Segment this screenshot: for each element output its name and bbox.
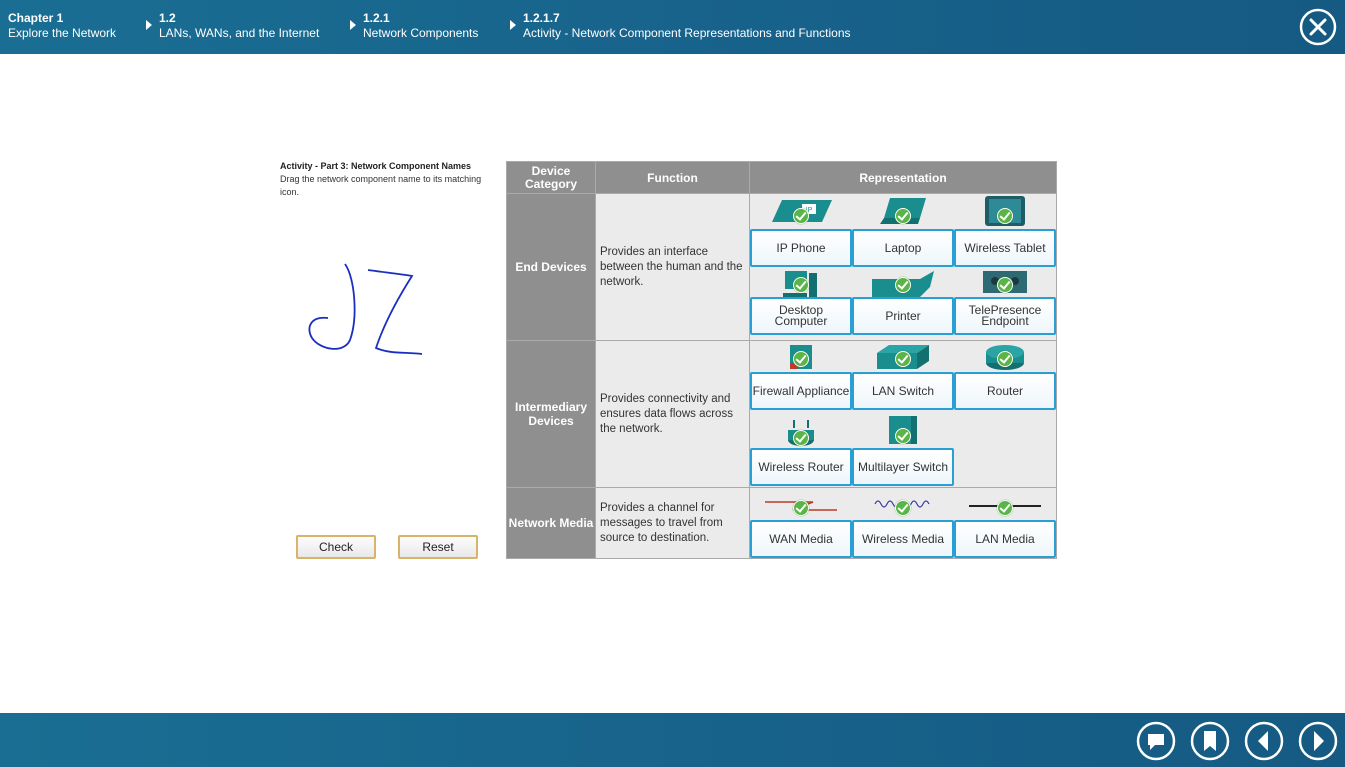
next-icon[interactable]: [1298, 721, 1338, 761]
slot-wireless-tablet: Wireless Tablet: [954, 194, 1056, 267]
slot-firewall-appliance: Firewall Appliance: [750, 341, 852, 414]
slot-lan-media: LAN Media: [954, 488, 1056, 558]
slot-printer: Printer: [852, 267, 954, 340]
check-icon: [895, 208, 911, 224]
category-intermediary-devices: Intermediary Devices: [506, 340, 596, 488]
slot-wireless-media: Wireless Media: [852, 488, 954, 558]
function-network-media: Provides a channel for messages to trave…: [595, 487, 750, 559]
header-representation: Representation: [749, 161, 1057, 194]
activity-instructions: Activity - Part 3: Network Component Nam…: [280, 160, 495, 199]
check-icon: [895, 277, 911, 293]
check-icon: [895, 351, 911, 367]
check-icon: [997, 500, 1013, 516]
label-wireless-tablet[interactable]: Wireless Tablet: [954, 229, 1056, 267]
breadcrumb-subsection[interactable]: 1.2.1 Network Components: [363, 11, 478, 41]
breadcrumb-section[interactable]: 1.2 LANs, WANs, and the Internet: [159, 11, 319, 41]
label-firewall-appliance[interactable]: Firewall Appliance: [750, 372, 852, 410]
label-multilayer-switch[interactable]: Multilayer Switch: [852, 448, 954, 486]
label-wireless-media[interactable]: Wireless Media: [852, 520, 954, 558]
label-telepresence-endpoint[interactable]: TelePresence Endpoint: [954, 297, 1056, 335]
category-end-devices: End Devices: [506, 193, 596, 341]
check-icon: [997, 351, 1013, 367]
reset-button[interactable]: Reset: [398, 535, 478, 559]
label-router[interactable]: Router: [954, 372, 1056, 410]
check-button[interactable]: Check: [296, 535, 376, 559]
check-icon: [997, 208, 1013, 224]
slot-multilayer-switch: Multilayer Switch: [852, 414, 954, 487]
slot-desktop-computer: Desktop Computer: [750, 267, 852, 340]
slot-wireless-router: Wireless Router: [750, 414, 852, 487]
activity-title: Activity - Part 3: Network Component Nam…: [280, 161, 472, 171]
label-laptop[interactable]: Laptop: [852, 229, 954, 267]
representation-network-media: WAN Media Wireless Media LAN Media: [749, 487, 1057, 559]
representation-intermediary-devices: Firewall Appliance LAN Switch Router Wir…: [749, 340, 1057, 488]
label-lan-switch[interactable]: LAN Switch: [852, 372, 954, 410]
check-icon: [793, 277, 809, 293]
slot-ip-phone: IP IP Phone: [750, 194, 852, 267]
check-icon: [895, 500, 911, 516]
check-icon: [793, 500, 809, 516]
function-intermediary-devices: Provides connectivity and ensures data f…: [595, 340, 750, 488]
representation-end-devices: IP IP Phone Laptop Wireless Tablet Deskt…: [749, 193, 1057, 341]
component-table: Device Category Function Representation …: [506, 161, 1057, 559]
label-wireless-router[interactable]: Wireless Router: [750, 448, 852, 486]
previous-icon[interactable]: [1244, 721, 1284, 761]
slot-wan-media: WAN Media: [750, 488, 852, 558]
header-device-category: Device Category: [506, 161, 596, 194]
slot-router: Router: [954, 341, 1056, 414]
breadcrumb-separator-icon: [350, 20, 356, 30]
label-lan-media[interactable]: LAN Media: [954, 520, 1056, 558]
bookmark-icon[interactable]: [1190, 721, 1230, 761]
check-icon: [895, 428, 911, 444]
function-end-devices: Provides an interface between the human …: [595, 193, 750, 341]
check-icon: [997, 277, 1013, 293]
label-desktop-computer[interactable]: Desktop Computer: [750, 297, 852, 335]
check-icon: [793, 208, 809, 224]
breadcrumb-activity[interactable]: 1.2.1.7 Activity - Network Component Rep…: [523, 11, 851, 41]
close-icon[interactable]: [1299, 8, 1337, 46]
breadcrumb-chapter[interactable]: Chapter 1 Explore the Network: [8, 11, 116, 41]
handwriting-scribble: [308, 263, 423, 355]
comment-icon[interactable]: [1136, 721, 1176, 761]
slot-laptop: Laptop: [852, 194, 954, 267]
header-function: Function: [595, 161, 750, 194]
breadcrumb-separator-icon: [146, 20, 152, 30]
category-network-media: Network Media: [506, 487, 596, 559]
slot-lan-switch: LAN Switch: [852, 341, 954, 414]
slot-telepresence-endpoint: TelePresence Endpoint: [954, 267, 1056, 340]
breadcrumb-separator-icon: [510, 20, 516, 30]
bottom-nav-bar: [0, 713, 1345, 767]
top-nav-bar: Chapter 1 Explore the Network 1.2 LANs, …: [0, 0, 1345, 54]
check-icon: [793, 430, 809, 446]
label-ip-phone[interactable]: IP Phone: [750, 229, 852, 267]
activity-instruction-text: Drag the network component name to its m…: [280, 174, 482, 197]
label-printer[interactable]: Printer: [852, 297, 954, 335]
check-icon: [793, 351, 809, 367]
label-wan-media[interactable]: WAN Media: [750, 520, 852, 558]
